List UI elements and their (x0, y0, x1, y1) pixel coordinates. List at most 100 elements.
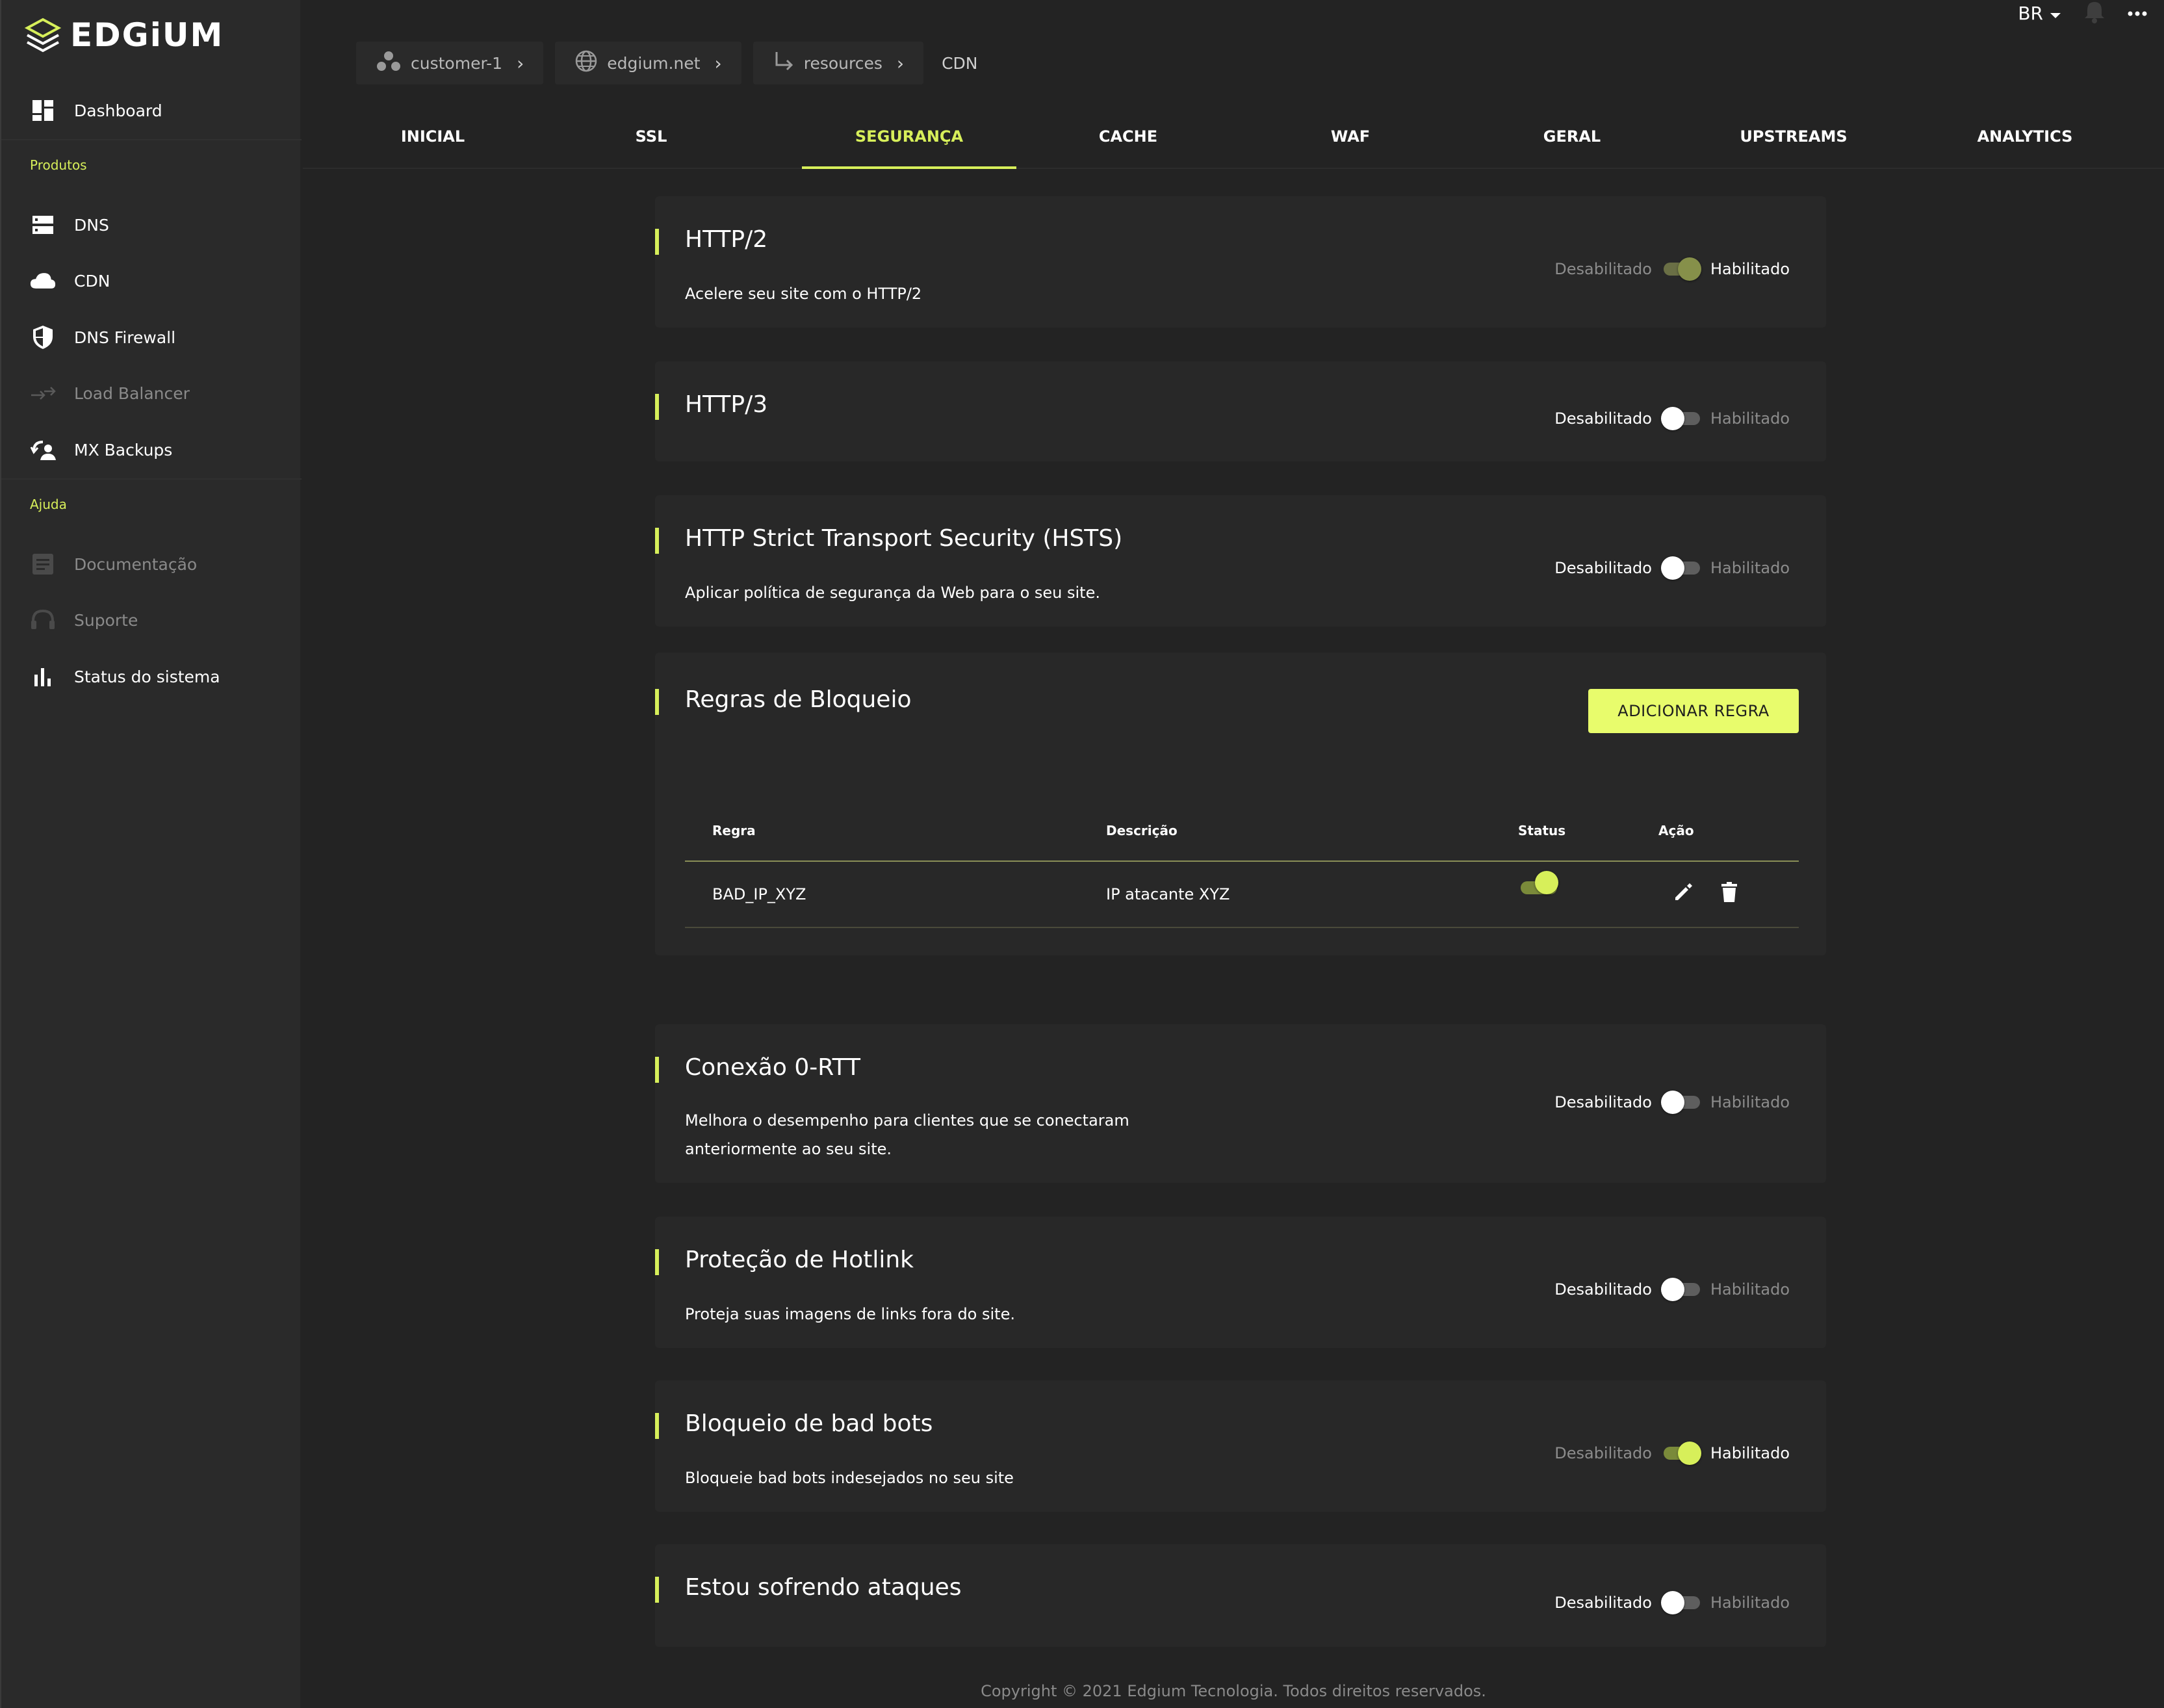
sidebar-item-mx-backups[interactable]: MX Backups (1, 422, 302, 478)
block-rules-title: Regras de Bloqueio (654, 686, 912, 715)
section-help: Ajuda (30, 497, 67, 512)
toggle-on-label: Habilitado (1710, 1093, 1790, 1111)
setting-title: Conexão 0-RTT (655, 1054, 860, 1083)
bad-bots-toggle[interactable] (1661, 1440, 1701, 1466)
toggle-on-label: Habilitado (1710, 559, 1790, 577)
setting-title: HTTP Strict Transport Security (HSTS) (654, 525, 1123, 554)
sidebar-item-suporte[interactable]: Suporte (1, 592, 302, 648)
tab-analytics[interactable]: ANALYTICS (1911, 104, 2139, 169)
sidebar-item-label: Status do sistema (74, 667, 220, 686)
toggle-off-label: Desabilitado (1554, 559, 1652, 577)
toggle-group: Desabilitado Habilitado (1554, 406, 1790, 432)
language-selector[interactable]: BR (2018, 3, 2061, 24)
sidebar-item-documentacao[interactable]: Documentação (1, 536, 302, 592)
setting-description: Bloqueie bad bots indesejados no seu sit… (685, 1469, 1014, 1487)
add-rule-button[interactable]: ADICIONAR REGRA (1588, 689, 1799, 733)
chevron-right-icon: › (517, 52, 524, 74)
under-attack-toggle[interactable] (1660, 1590, 1701, 1616)
breadcrumb-resources[interactable]: resources › (753, 42, 924, 84)
hotlink-toggle[interactable] (1660, 1276, 1701, 1302)
edgium-logo-icon (24, 18, 62, 53)
setting-card-bad-bots: Bloqueio de bad bots Bloqueie bad bots i… (654, 1380, 1826, 1512)
notification-bell-icon[interactable] (2083, 0, 2106, 26)
rule-status-toggle[interactable] (1518, 871, 1558, 907)
sidebar: EDGiUM Dashboard Produtos DNS CDN DNS Fi… (0, 0, 302, 1708)
toggle-off-label: Desabilitado (1554, 1594, 1652, 1612)
setting-card-hsts: HTTP Strict Transport Security (HSTS) Ap… (654, 495, 1826, 627)
tab-cache[interactable]: CACHE (1024, 104, 1232, 169)
breadcrumb-customer[interactable]: customer-1 › (356, 42, 544, 84)
rules-table: Regra Descrição Status Ação BAD_IP_XYZ I… (685, 801, 1799, 928)
toggle-off-label: Desabilitado (1554, 1093, 1652, 1111)
tab-bar: INICIAL SSL SEGURANÇA CACHE WAF GERAL UP… (303, 104, 2164, 169)
sidebar-item-label: Load Balancer (74, 383, 190, 403)
dashboard-icon (30, 97, 56, 123)
toggle-group: Desabilitado Habilitado (1554, 555, 1790, 581)
setting-title: Proteção de Hotlink (654, 1247, 914, 1275)
toggle-group: Desabilitado Habilitado (1554, 1440, 1790, 1466)
footer-copyright: Copyright © 2021 Edgium Tecnologia. Todo… (981, 1682, 1486, 1700)
sidebar-item-status[interactable]: Status do sistema (1, 649, 302, 705)
setting-card-0rtt: Conexão 0-RTT Melhora o desempenho para … (655, 1024, 1826, 1183)
0rtt-toggle[interactable] (1660, 1089, 1701, 1115)
chevron-right-icon: › (714, 52, 722, 74)
table-header: Regra Descrição Status Ação (685, 801, 1799, 862)
globe-icon (574, 49, 598, 77)
sidebar-item-label: Suporte (74, 610, 138, 630)
setting-title: HTTP/3 (654, 391, 768, 420)
toggle-off-label: Desabilitado (1554, 409, 1652, 428)
tab-upstreams[interactable]: UPSTREAMS (1690, 104, 1898, 169)
bar-chart-icon (30, 664, 56, 690)
breadcrumb-current: CDN (935, 42, 984, 84)
delete-icon[interactable] (1721, 882, 1738, 907)
more-options-icon[interactable] (2128, 7, 2147, 19)
sidebar-item-load-balancer[interactable]: Load Balancer (1, 365, 302, 421)
cloud-icon (30, 268, 56, 294)
table-row: BAD_IP_XYZ IP atacante XYZ (685, 862, 1799, 928)
customer-icon (376, 50, 402, 76)
rule-toggle[interactable] (1518, 871, 1558, 907)
load-balancer-icon (30, 380, 56, 406)
support-icon (30, 607, 56, 633)
divider (1, 139, 302, 140)
shield-icon (30, 324, 56, 350)
http2-toggle[interactable] (1661, 256, 1701, 282)
sidebar-item-label: Documentação (74, 554, 198, 574)
http3-toggle[interactable] (1660, 406, 1701, 432)
toggle-on-label: Habilitado (1710, 1444, 1790, 1462)
toggle-off-label: Desabilitado (1554, 1444, 1652, 1462)
breadcrumb: customer-1 › edgium.net › resources › CD… (356, 42, 985, 84)
divider (1, 478, 302, 480)
setting-title: Estou sofrendo ataques (654, 1574, 962, 1603)
setting-title: HTTP/2 (654, 226, 768, 255)
brand-logo[interactable]: EDGiUM (23, 16, 224, 55)
tab-seguranca[interactable]: SEGURANÇA (802, 104, 1016, 169)
column-header-status: Status (1518, 823, 1566, 838)
language-label: BR (2018, 2, 2043, 24)
edit-icon[interactable] (1673, 882, 1694, 907)
toggle-group: Desabilitado Habilitado (1554, 1590, 1790, 1616)
toggle-off-label: Desabilitado (1554, 1280, 1652, 1299)
setting-description: Acelere seu site com o HTTP/2 (685, 285, 922, 303)
sidebar-item-cdn[interactable]: CDN (1, 253, 302, 309)
sidebar-item-dns-firewall[interactable]: DNS Firewall (1, 309, 302, 365)
sidebar-item-dashboard[interactable]: Dashboard (1, 83, 302, 138)
tab-inicial[interactable]: INICIAL (303, 104, 563, 169)
subdirectory-arrow-icon (773, 51, 795, 75)
setting-card-http3: HTTP/3 Desabilitado Habilitado (654, 361, 1826, 461)
tab-waf[interactable]: WAF (1246, 104, 1454, 169)
toggle-on-label: Habilitado (1710, 409, 1790, 428)
tab-ssl[interactable]: SSL (547, 104, 755, 169)
setting-card-hotlink: Proteção de Hotlink Proteja suas imagens… (654, 1217, 1826, 1348)
setting-title: Bloqueio de bad bots (654, 1410, 933, 1439)
document-icon (30, 551, 56, 577)
hsts-toggle[interactable] (1660, 555, 1701, 581)
breadcrumb-domain[interactable]: edgium.net › (555, 42, 741, 84)
brand-name: EDGiUM (70, 16, 224, 54)
sidebar-item-dns[interactable]: DNS (1, 197, 302, 253)
topbar-actions: BR (2018, 0, 2147, 26)
block-rules-card: Regras de Bloqueio ADICIONAR REGRA Regra… (654, 653, 1826, 955)
tab-geral[interactable]: GERAL (1468, 104, 1676, 169)
column-header-rule: Regra (712, 823, 756, 838)
setting-card-under-attack: Estou sofrendo ataques Desabilitado Habi… (654, 1544, 1826, 1647)
